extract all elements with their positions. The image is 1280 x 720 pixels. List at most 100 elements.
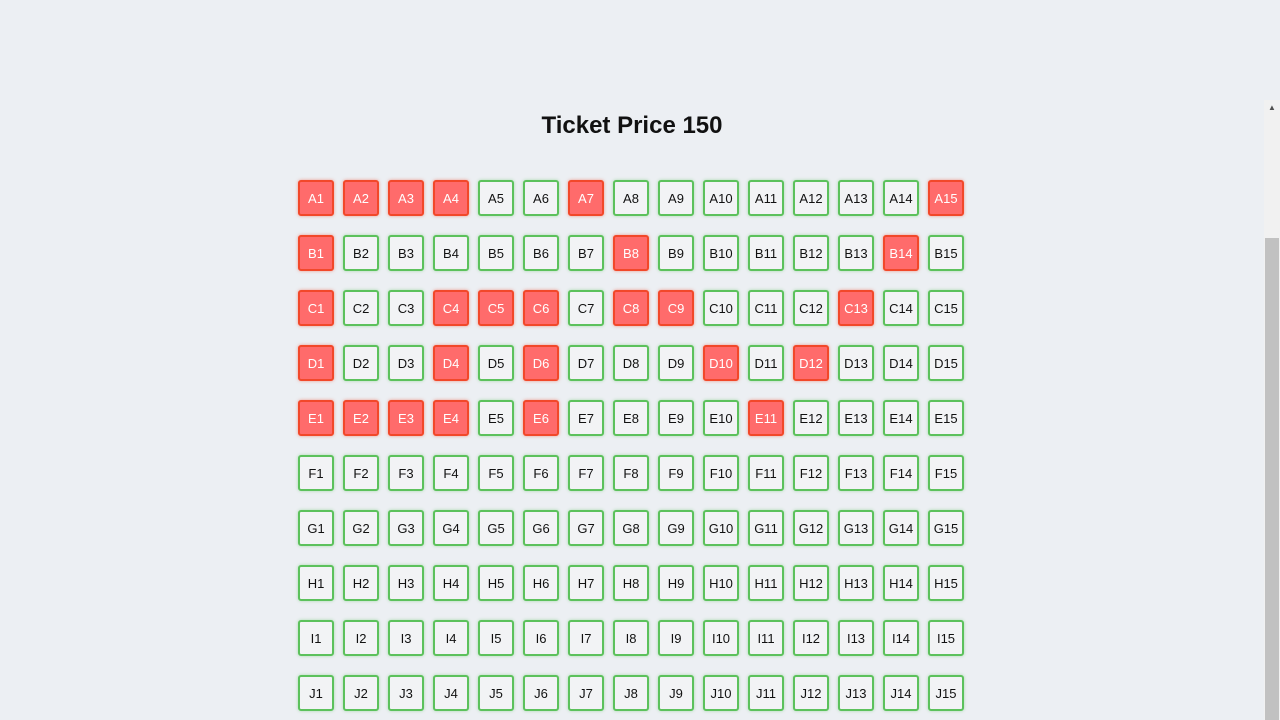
- seat-e7-available[interactable]: E7: [568, 400, 604, 436]
- seat-i8-available[interactable]: I8: [613, 620, 649, 656]
- seat-i13-available[interactable]: I13: [838, 620, 874, 656]
- seat-f4-available[interactable]: F4: [433, 455, 469, 491]
- seat-g8-available[interactable]: G8: [613, 510, 649, 546]
- seat-j8-available[interactable]: J8: [613, 675, 649, 711]
- seat-b8-booked[interactable]: B8: [613, 235, 649, 271]
- seat-h10-available[interactable]: H10: [703, 565, 739, 601]
- seat-e9-available[interactable]: E9: [658, 400, 694, 436]
- seat-e10-available[interactable]: E10: [703, 400, 739, 436]
- seat-c7-available[interactable]: C7: [568, 290, 604, 326]
- seat-a5-available[interactable]: A5: [478, 180, 514, 216]
- seat-b3-available[interactable]: B3: [388, 235, 424, 271]
- seat-d15-available[interactable]: D15: [928, 345, 964, 381]
- seat-e13-available[interactable]: E13: [838, 400, 874, 436]
- seat-h7-available[interactable]: H7: [568, 565, 604, 601]
- seat-d1-booked[interactable]: D1: [298, 345, 334, 381]
- seat-j11-available[interactable]: J11: [748, 675, 784, 711]
- seat-g10-available[interactable]: G10: [703, 510, 739, 546]
- seat-f11-available[interactable]: F11: [748, 455, 784, 491]
- seat-c14-available[interactable]: C14: [883, 290, 919, 326]
- scrollbar-thumb[interactable]: [1265, 238, 1279, 720]
- seat-a8-available[interactable]: A8: [613, 180, 649, 216]
- seat-d8-available[interactable]: D8: [613, 345, 649, 381]
- seat-f8-available[interactable]: F8: [613, 455, 649, 491]
- seat-h6-available[interactable]: H6: [523, 565, 559, 601]
- seat-f5-available[interactable]: F5: [478, 455, 514, 491]
- vertical-scrollbar[interactable]: ▲: [1264, 100, 1280, 720]
- seat-e11-booked[interactable]: E11: [748, 400, 784, 436]
- seat-c12-available[interactable]: C12: [793, 290, 829, 326]
- seat-b15-available[interactable]: B15: [928, 235, 964, 271]
- seat-f15-available[interactable]: F15: [928, 455, 964, 491]
- seat-c1-booked[interactable]: C1: [298, 290, 334, 326]
- seat-j3-available[interactable]: J3: [388, 675, 424, 711]
- seat-i15-available[interactable]: I15: [928, 620, 964, 656]
- seat-f10-available[interactable]: F10: [703, 455, 739, 491]
- seat-b6-available[interactable]: B6: [523, 235, 559, 271]
- seat-j9-available[interactable]: J9: [658, 675, 694, 711]
- seat-i1-available[interactable]: I1: [298, 620, 334, 656]
- seat-i7-available[interactable]: I7: [568, 620, 604, 656]
- seat-c11-available[interactable]: C11: [748, 290, 784, 326]
- seat-b7-available[interactable]: B7: [568, 235, 604, 271]
- seat-d13-available[interactable]: D13: [838, 345, 874, 381]
- seat-a12-available[interactable]: A12: [793, 180, 829, 216]
- seat-d14-available[interactable]: D14: [883, 345, 919, 381]
- seat-a2-booked[interactable]: A2: [343, 180, 379, 216]
- seat-j7-available[interactable]: J7: [568, 675, 604, 711]
- seat-d2-available[interactable]: D2: [343, 345, 379, 381]
- seat-f2-available[interactable]: F2: [343, 455, 379, 491]
- seat-i2-available[interactable]: I2: [343, 620, 379, 656]
- seat-b5-available[interactable]: B5: [478, 235, 514, 271]
- seat-h4-available[interactable]: H4: [433, 565, 469, 601]
- seat-c4-booked[interactable]: C4: [433, 290, 469, 326]
- seat-h5-available[interactable]: H5: [478, 565, 514, 601]
- seat-c10-available[interactable]: C10: [703, 290, 739, 326]
- seat-j10-available[interactable]: J10: [703, 675, 739, 711]
- seat-i12-available[interactable]: I12: [793, 620, 829, 656]
- seat-f12-available[interactable]: F12: [793, 455, 829, 491]
- seat-f9-available[interactable]: F9: [658, 455, 694, 491]
- seat-b11-available[interactable]: B11: [748, 235, 784, 271]
- seat-c15-available[interactable]: C15: [928, 290, 964, 326]
- seat-f1-available[interactable]: F1: [298, 455, 334, 491]
- seat-b14-booked[interactable]: B14: [883, 235, 919, 271]
- seat-h2-available[interactable]: H2: [343, 565, 379, 601]
- seat-e4-booked[interactable]: E4: [433, 400, 469, 436]
- seat-j4-available[interactable]: J4: [433, 675, 469, 711]
- seat-e14-available[interactable]: E14: [883, 400, 919, 436]
- seat-a4-booked[interactable]: A4: [433, 180, 469, 216]
- seat-e2-booked[interactable]: E2: [343, 400, 379, 436]
- seat-c8-booked[interactable]: C8: [613, 290, 649, 326]
- seat-b13-available[interactable]: B13: [838, 235, 874, 271]
- seat-i9-available[interactable]: I9: [658, 620, 694, 656]
- seat-e3-booked[interactable]: E3: [388, 400, 424, 436]
- seat-g4-available[interactable]: G4: [433, 510, 469, 546]
- seat-i4-available[interactable]: I4: [433, 620, 469, 656]
- seat-h13-available[interactable]: H13: [838, 565, 874, 601]
- seat-d5-available[interactable]: D5: [478, 345, 514, 381]
- seat-b9-available[interactable]: B9: [658, 235, 694, 271]
- seat-j2-available[interactable]: J2: [343, 675, 379, 711]
- seat-h9-available[interactable]: H9: [658, 565, 694, 601]
- seat-g11-available[interactable]: G11: [748, 510, 784, 546]
- seat-f7-available[interactable]: F7: [568, 455, 604, 491]
- seat-c6-booked[interactable]: C6: [523, 290, 559, 326]
- seat-b2-available[interactable]: B2: [343, 235, 379, 271]
- seat-e12-available[interactable]: E12: [793, 400, 829, 436]
- seat-c3-available[interactable]: C3: [388, 290, 424, 326]
- seat-d11-available[interactable]: D11: [748, 345, 784, 381]
- seat-f13-available[interactable]: F13: [838, 455, 874, 491]
- seat-a7-booked[interactable]: A7: [568, 180, 604, 216]
- seat-g6-available[interactable]: G6: [523, 510, 559, 546]
- seat-a6-available[interactable]: A6: [523, 180, 559, 216]
- seat-f3-available[interactable]: F3: [388, 455, 424, 491]
- seat-c5-booked[interactable]: C5: [478, 290, 514, 326]
- seat-c2-available[interactable]: C2: [343, 290, 379, 326]
- seat-g5-available[interactable]: G5: [478, 510, 514, 546]
- seat-h15-available[interactable]: H15: [928, 565, 964, 601]
- seat-g3-available[interactable]: G3: [388, 510, 424, 546]
- seat-b1-booked[interactable]: B1: [298, 235, 334, 271]
- seat-h1-available[interactable]: H1: [298, 565, 334, 601]
- seat-b10-available[interactable]: B10: [703, 235, 739, 271]
